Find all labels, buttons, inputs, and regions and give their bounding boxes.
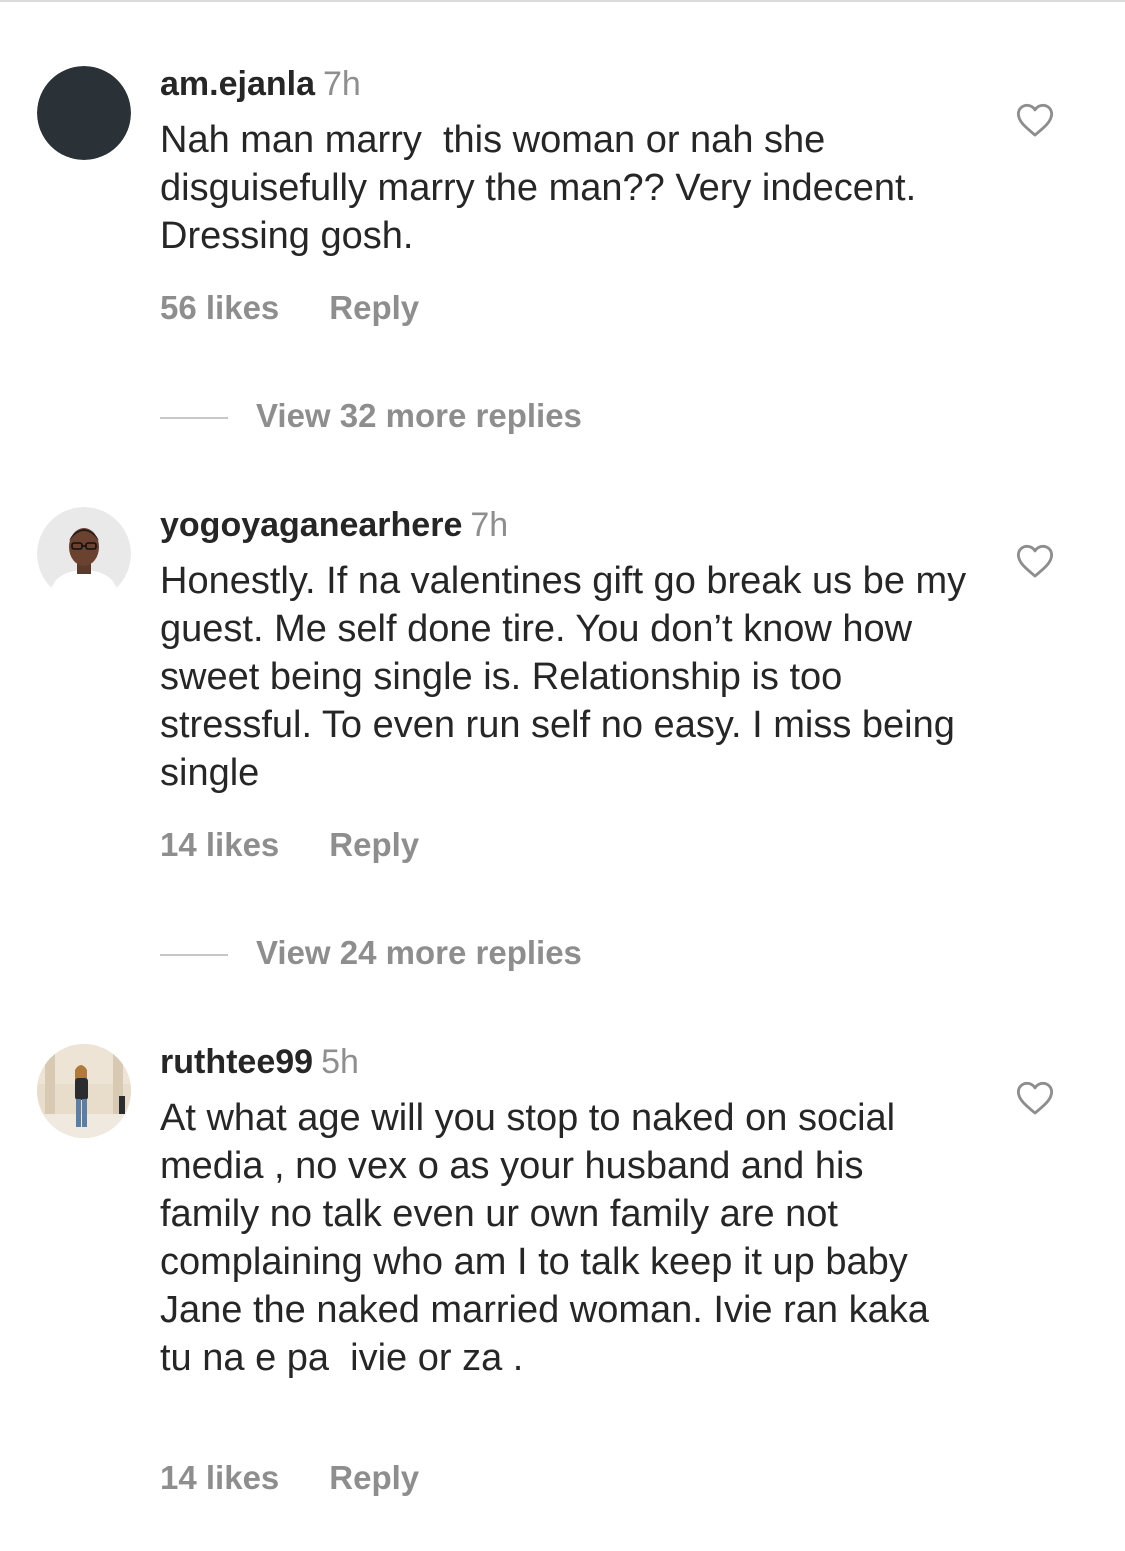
view-replies-button[interactable]: View 24 more replies xyxy=(160,933,582,973)
like-count[interactable]: 14 likes xyxy=(160,1459,279,1496)
reply-button[interactable]: Reply xyxy=(329,289,419,326)
reply-button[interactable]: Reply xyxy=(329,826,419,863)
comment-timestamp: 5h xyxy=(321,1043,359,1081)
view-replies-label: View 24 more replies xyxy=(256,934,582,971)
heart-icon[interactable] xyxy=(1016,102,1054,138)
replies-divider-line xyxy=(160,954,228,957)
avatar[interactable] xyxy=(37,1044,131,1138)
heart-icon[interactable] xyxy=(1016,1080,1054,1116)
comment-timestamp: 7h xyxy=(470,506,509,544)
avatar[interactable] xyxy=(37,507,131,601)
heart-icon[interactable] xyxy=(1016,543,1054,579)
comment-text: Nah man marry this woman or nah she disg… xyxy=(160,119,927,257)
comment-text: Honestly. If na valentines gift go break… xyxy=(160,560,977,794)
reply-button[interactable]: Reply xyxy=(329,1459,419,1496)
like-count[interactable]: 56 likes xyxy=(160,289,279,326)
avatar[interactable] xyxy=(37,66,131,160)
comment-username[interactable]: ruthtee99 xyxy=(160,1043,313,1081)
comment-username[interactable]: yogoyaganearhere xyxy=(160,506,462,544)
comment-timestamp: 7h xyxy=(322,65,361,103)
comment-text: At what age will you stop to naked on so… xyxy=(160,1097,940,1379)
top-divider xyxy=(0,0,1125,2)
replies-divider-line xyxy=(160,417,228,420)
view-replies-label: View 32 more replies xyxy=(256,397,582,434)
like-count[interactable]: 14 likes xyxy=(160,826,279,863)
comment-username[interactable]: am.ejanla xyxy=(160,65,315,103)
view-replies-button[interactable]: View 32 more replies xyxy=(160,396,582,436)
